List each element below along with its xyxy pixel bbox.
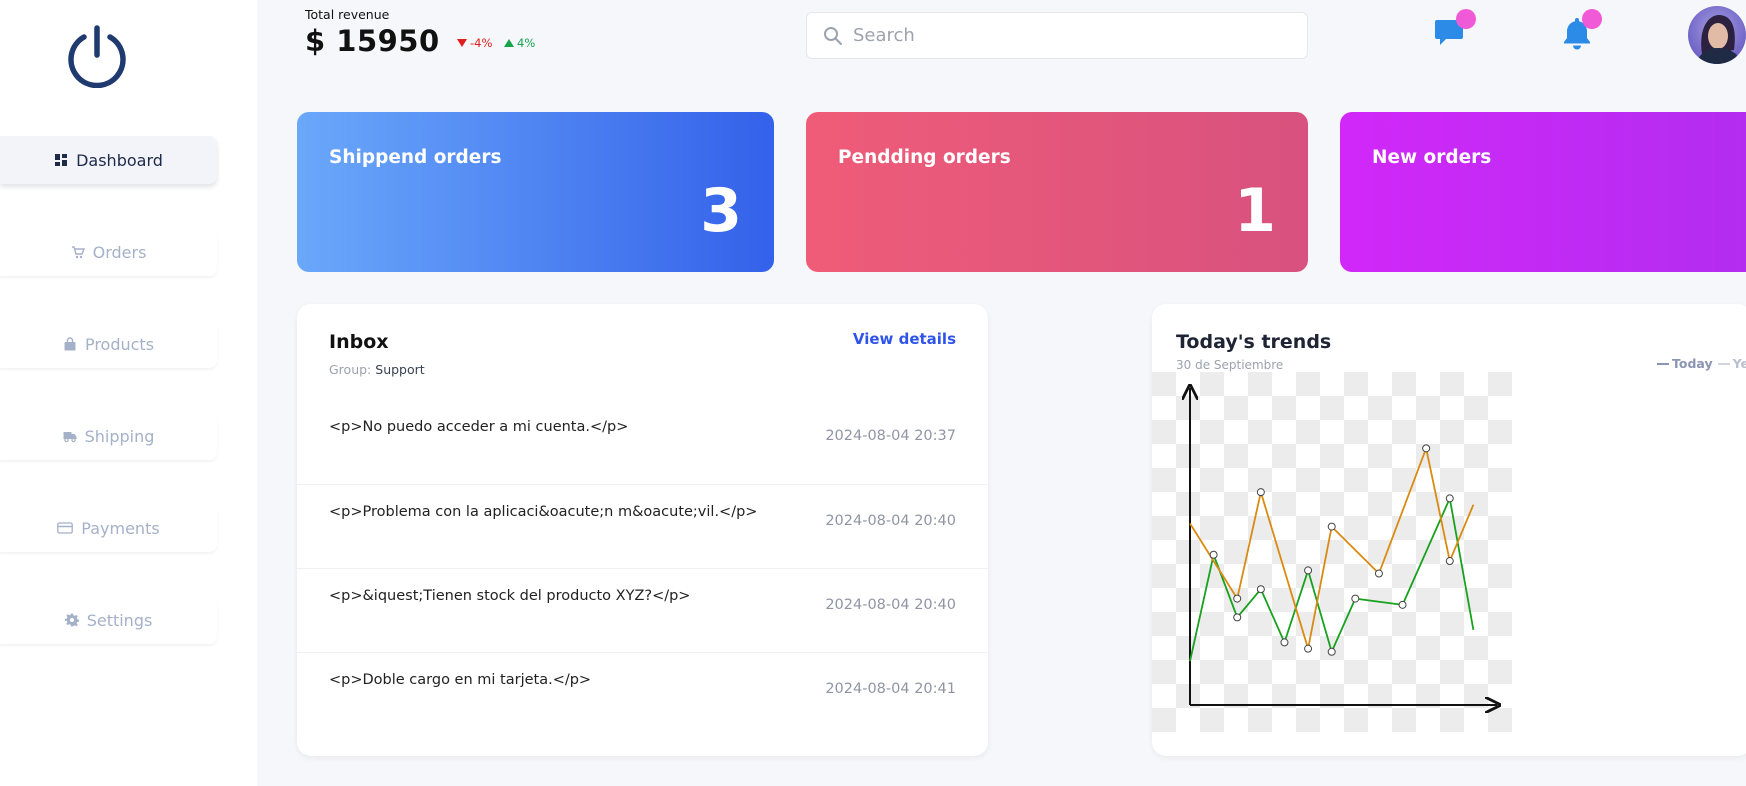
revenue-delta-down: -4%	[457, 36, 492, 50]
gear-icon	[64, 613, 79, 627]
data-point-today[interactable]	[1351, 594, 1360, 603]
trends-title: Today's trends	[1176, 331, 1332, 353]
card-count: 3	[700, 176, 742, 246]
dashboard-icon	[54, 153, 68, 167]
sidebar-item-products[interactable]: Products	[0, 320, 217, 368]
legend-item-today[interactable]: Today	[1657, 356, 1713, 371]
inbox-panel: Inbox Group: Support View details <p>No …	[297, 304, 988, 756]
card-count: 1	[1234, 176, 1276, 246]
sidebar-item-label: Orders	[92, 242, 147, 262]
notifications-button[interactable]	[1562, 9, 1602, 52]
data-point-today[interactable]	[1233, 613, 1242, 622]
message-time: 2024-08-04 20:41	[825, 681, 956, 697]
notifications-badge	[1582, 9, 1602, 29]
chart-background	[1152, 372, 1512, 732]
sidebar-item-orders[interactable]: Orders	[0, 228, 217, 276]
legend-item-yesterday[interactable]: Yes	[1717, 356, 1746, 371]
triangle-up-icon	[504, 39, 514, 47]
cart-icon	[71, 245, 85, 259]
inbox-message-row[interactable]: <p>No puedo acceder a mi cuenta.</p> 202…	[297, 400, 988, 484]
data-point-yesterday[interactable]	[1233, 594, 1242, 603]
sidebar-item-label: Settings	[86, 610, 153, 630]
legend-swatch	[1657, 362, 1669, 365]
trends-panel: Today's trends 30 de Septiembre Today Ye…	[1152, 304, 1746, 756]
data-point-today[interactable]	[1280, 638, 1289, 647]
inbox-title: Inbox	[329, 331, 389, 353]
search-box[interactable]	[806, 12, 1308, 59]
sidebar-item-label: Payments	[81, 518, 160, 538]
legend-label: Yes	[1732, 356, 1746, 371]
sidebar-item-label: Products	[84, 334, 155, 354]
data-point-today[interactable]	[1256, 585, 1265, 594]
data-point-today[interactable]	[1304, 566, 1313, 575]
truck-icon	[63, 429, 77, 443]
card-title: New orders	[1372, 147, 1492, 168]
search-icon	[823, 26, 843, 46]
message-text: <p>Doble cargo en mi tarjeta.</p>	[329, 672, 592, 688]
sidebar-item-settings[interactable]: Settings	[0, 596, 217, 644]
messages-badge	[1456, 9, 1476, 29]
inbox-message-row[interactable]: <p>&iquest;Tienen stock del producto XYZ…	[297, 568, 988, 652]
trends-line-chart	[1152, 372, 1512, 732]
data-point-today[interactable]	[1445, 494, 1454, 503]
message-time: 2024-08-04 20:37	[825, 428, 956, 444]
avatar[interactable]	[1688, 6, 1746, 64]
power-logo-icon	[64, 22, 130, 89]
search-input[interactable]	[853, 25, 1273, 46]
view-details-link[interactable]: View details	[853, 330, 956, 348]
sidebar-item-label: Dashboard	[76, 150, 163, 170]
message-text: <p>Problema con la aplicaci&oacute;n m&o…	[329, 504, 758, 520]
data-point-yesterday[interactable]	[1445, 557, 1454, 566]
sidebar-item-payments[interactable]: Payments	[0, 504, 217, 552]
group-value: Support	[375, 362, 425, 377]
card-icon	[57, 521, 74, 535]
bag-icon	[63, 337, 77, 351]
card-title: Shippend orders	[329, 147, 502, 168]
revenue-value: $ 15950	[305, 24, 440, 58]
chart-legend: Today Yes	[1657, 356, 1746, 371]
message-time: 2024-08-04 20:40	[825, 597, 956, 613]
message-text: <p>No puedo acceder a mi cuenta.</p>	[329, 419, 629, 435]
inbox-message-row[interactable]: <p>Problema con la aplicaci&oacute;n m&o…	[297, 484, 988, 568]
data-point-yesterday[interactable]	[1327, 522, 1336, 531]
sidebar-item-shipping[interactable]: Shipping	[0, 412, 217, 460]
message-text: <p>&iquest;Tienen stock del producto XYZ…	[329, 588, 691, 604]
group-label: Group:	[329, 362, 372, 377]
triangle-down-icon	[457, 39, 467, 47]
legend-label: Today	[1672, 356, 1713, 371]
data-point-yesterday[interactable]	[1422, 444, 1431, 453]
delta-down-value: -4%	[470, 36, 493, 50]
sidebar-item-label: Shipping	[84, 426, 155, 446]
data-point-today[interactable]	[1327, 647, 1336, 656]
shipped-orders-card[interactable]: Shippend orders 3	[297, 112, 774, 272]
data-point-yesterday[interactable]	[1256, 488, 1265, 497]
card-title: Pendding orders	[838, 147, 1011, 168]
trends-subtitle: 30 de Septiembre	[1176, 358, 1284, 372]
data-point-today[interactable]	[1398, 600, 1407, 609]
revenue-delta-up: 4%	[504, 36, 535, 50]
inbox-message-row[interactable]: <p>Doble cargo en mi tarjeta.</p> 2024-0…	[297, 652, 988, 736]
messages-button[interactable]	[1435, 9, 1476, 52]
revenue-label: Total revenue	[305, 7, 390, 22]
inbox-group: Group: Support	[329, 362, 425, 377]
legend-swatch	[1717, 362, 1730, 365]
data-point-yesterday[interactable]	[1304, 644, 1313, 653]
message-time: 2024-08-04 20:40	[825, 513, 956, 529]
pending-orders-card[interactable]: Pendding orders 1	[806, 112, 1308, 272]
sidebar: Dashboard Orders Products Shipping Payme…	[0, 0, 257, 786]
sidebar-item-dashboard[interactable]: Dashboard	[0, 136, 217, 184]
user-avatar-icon	[1696, 14, 1742, 64]
delta-up-value: 4%	[517, 36, 536, 50]
new-orders-card[interactable]: New orders	[1340, 112, 1746, 272]
data-point-today[interactable]	[1209, 550, 1218, 559]
data-point-yesterday[interactable]	[1374, 569, 1383, 578]
